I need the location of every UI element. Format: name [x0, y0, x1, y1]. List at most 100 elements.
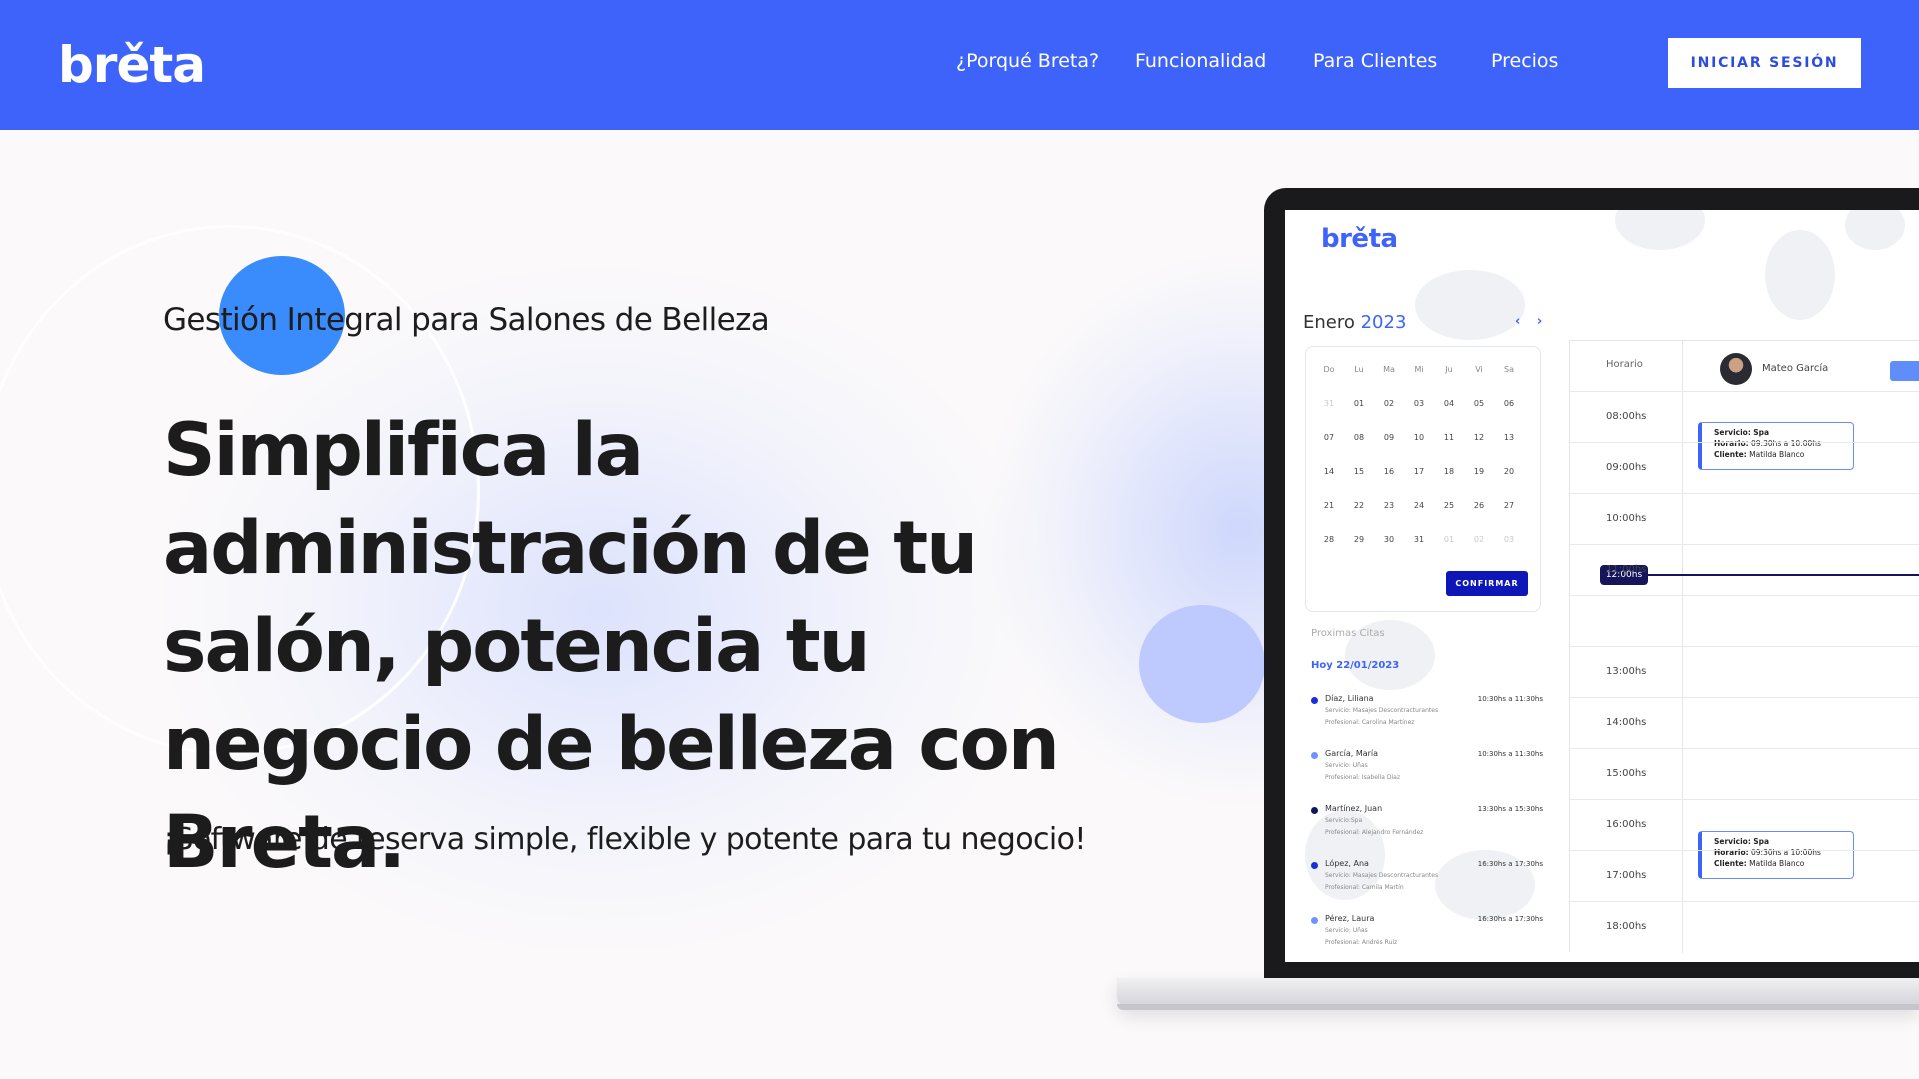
laptop-screen: brěta Enero 2023 ‹ › CONFIRMAR Do Lu Ma Mi J… [1285, 210, 1919, 962]
schedule-gridline [1570, 901, 1919, 902]
calendar-day[interactable]: 10 [1404, 433, 1434, 442]
appointment-service: Servicio: Uñas [1325, 927, 1368, 934]
calendar-day[interactable]: 30 [1374, 535, 1404, 544]
calendar-day[interactable]: 03 [1404, 399, 1434, 408]
schedule-hour-label: 14:00hs [1606, 717, 1647, 728]
appointment-item[interactable]: López, Ana 16:30hs a 17:30hs Servicio: Mas… [1311, 859, 1543, 899]
schedule-hour-label: 10:00hs [1606, 513, 1647, 524]
schedule-hour-label: 11:00hs [1606, 564, 1647, 575]
hero-subline: ¡Software de reserva simple, flexible y … [163, 822, 1086, 857]
calendar-day[interactable]: 14 [1314, 467, 1344, 476]
calendar-day[interactable]: 01 [1344, 399, 1374, 408]
background-blob [1845, 210, 1905, 250]
calendar-day[interactable]: 25 [1434, 501, 1464, 510]
calendar-day[interactable]: 22 [1344, 501, 1374, 510]
calendar-day[interactable]: 03 [1494, 535, 1524, 544]
calendar-day[interactable]: 29 [1344, 535, 1374, 544]
appointment-time: 16:30hs a 17:30hs [1477, 915, 1543, 923]
calendar-day[interactable]: 21 [1314, 501, 1344, 510]
calendar-month-title: Enero 2023 [1303, 312, 1406, 333]
calendar-day[interactable]: 19 [1464, 467, 1494, 476]
calendar-weekday: Ju [1445, 365, 1453, 374]
calendar-day[interactable]: 08 [1344, 433, 1374, 442]
calendar-day[interactable]: 06 [1494, 399, 1524, 408]
calendar-day[interactable]: 17 [1404, 467, 1434, 476]
appointment-time: 16:30hs a 17:30hs [1477, 860, 1543, 868]
appointment-item[interactable]: García, María 10:30hs a 11:30hs Servicio: … [1311, 749, 1543, 789]
schedule-hour-label: 18:00hs [1606, 921, 1647, 932]
login-button[interactable]: INICIAR SESIÓN [1668, 38, 1861, 88]
appointment-item[interactable]: Díaz, Liliana 10:30hs a 11:30hs Servicio: … [1311, 694, 1543, 734]
calendar-day[interactable]: 13 [1494, 433, 1524, 442]
calendar-day[interactable]: 12 [1464, 433, 1494, 442]
calendar-day[interactable]: 20 [1494, 467, 1524, 476]
appointment-client-name: Díaz, Liliana [1325, 694, 1374, 703]
nav-link-pricing[interactable]: Precios [1491, 50, 1558, 72]
calendar-day[interactable]: 15 [1344, 467, 1374, 476]
top-navbar: brěta ¿Porqué Breta? Funcionalidad Para … [0, 0, 1919, 130]
calendar-month: Enero [1303, 312, 1355, 333]
appointment-client-name: Martínez, Juan [1325, 804, 1383, 813]
schedule-gridline [1570, 646, 1919, 647]
appointment-item[interactable]: Pérez, Laura 16:30hs a 17:30hs Servicio: U… [1311, 914, 1543, 954]
schedule-hour-label: 13:00hs [1606, 666, 1647, 677]
confirm-button[interactable]: CONFIRMAR [1446, 571, 1528, 596]
calendar-day[interactable]: 02 [1464, 535, 1494, 544]
calendar-day[interactable]: 04 [1434, 399, 1464, 408]
hero-headline: Simplifica la administración de tu salón… [163, 408, 1060, 885]
calendar-day[interactable]: 23 [1374, 501, 1404, 510]
day-schedule: Horario Mateo García 12:00hs Servicio: S… [1569, 340, 1919, 953]
schedule-gridline [1570, 850, 1919, 851]
schedule-gridline [1570, 442, 1919, 443]
calendar-day[interactable]: 28 [1314, 535, 1344, 544]
event-service: Servicio: Spa [1714, 837, 1770, 846]
schedule-event-card[interactable]: Servicio: Spa Horario: 09:30hs a 10:00hs… [1698, 831, 1854, 879]
appointment-status-dot [1311, 807, 1318, 814]
calendar-day[interactable]: 09 [1374, 433, 1404, 442]
appointment-service: Servicio: Masajes Descontracturantes [1325, 707, 1439, 714]
appointment-professional: Profesional: Carolina Martínez [1325, 719, 1415, 726]
event-service: Servicio: Spa [1714, 428, 1770, 437]
nav-link-functionality[interactable]: Funcionalidad [1135, 50, 1266, 72]
nav-link-for-clients[interactable]: Para Clientes [1313, 50, 1437, 72]
calendar-day[interactable]: 18 [1434, 467, 1464, 476]
appointment-client-name: López, Ana [1325, 859, 1369, 868]
schedule-gridline [1570, 595, 1919, 596]
appointment-time: 10:30hs a 11:30hs [1477, 695, 1543, 703]
calendar-day[interactable]: 07 [1314, 433, 1344, 442]
appointment-client-name: Pérez, Laura [1325, 914, 1375, 923]
calendar-nav-arrows[interactable]: ‹ › [1515, 314, 1548, 329]
calendar-day[interactable]: 26 [1464, 501, 1494, 510]
appointment-service: Servicio: Uñas [1325, 762, 1368, 769]
professional-avatar [1720, 353, 1752, 385]
schedule-hour-label: 08:00hs [1606, 411, 1647, 422]
calendar-day[interactable]: 11 [1434, 433, 1464, 442]
schedule-gridline [1570, 697, 1919, 698]
appointment-service: Servicio: Masajes Descontracturantes [1325, 872, 1439, 879]
schedule-event-card[interactable]: Servicio: Spa Horario: 09:30hs a 10:00hs… [1698, 422, 1854, 470]
breta-logo[interactable]: brěta [58, 36, 206, 94]
background-blob [1765, 230, 1835, 320]
professional-name: Mateo García [1762, 363, 1829, 374]
appointment-item[interactable]: Martínez, Juan 13:30hs a 15:30hs Servicio:… [1311, 804, 1543, 844]
calendar-day[interactable]: 31 [1404, 535, 1434, 544]
appointment-time: 10:30hs a 11:30hs [1477, 750, 1543, 758]
calendar-day[interactable]: 05 [1464, 399, 1494, 408]
booking-block[interactable] [1890, 361, 1919, 381]
appointment-time: 13:30hs a 15:30hs [1477, 805, 1543, 813]
calendar-day[interactable]: 02 [1374, 399, 1404, 408]
nav-link-why-breta[interactable]: ¿Porqué Breta? [956, 50, 1099, 72]
calendar-day[interactable]: 16 [1374, 467, 1404, 476]
calendar-weekday: Lu [1354, 365, 1364, 374]
calendar-day[interactable]: 24 [1404, 501, 1434, 510]
calendar-day[interactable]: 31 [1314, 399, 1344, 408]
hero-tagline: Gestión Integral para Salones de Belleza [163, 302, 770, 338]
appointment-professional: Profesional: Alejandro Fernández [1325, 829, 1424, 836]
event-client: Cliente: Matilda Blanco [1714, 859, 1805, 868]
schedule-hour-label: 15:00hs [1606, 768, 1647, 779]
appointment-client-name: García, María [1325, 749, 1379, 758]
appointment-status-dot [1311, 752, 1318, 759]
event-client: Cliente: Matilda Blanco [1714, 450, 1805, 459]
calendar-day[interactable]: 01 [1434, 535, 1464, 544]
calendar-day[interactable]: 27 [1494, 501, 1524, 510]
